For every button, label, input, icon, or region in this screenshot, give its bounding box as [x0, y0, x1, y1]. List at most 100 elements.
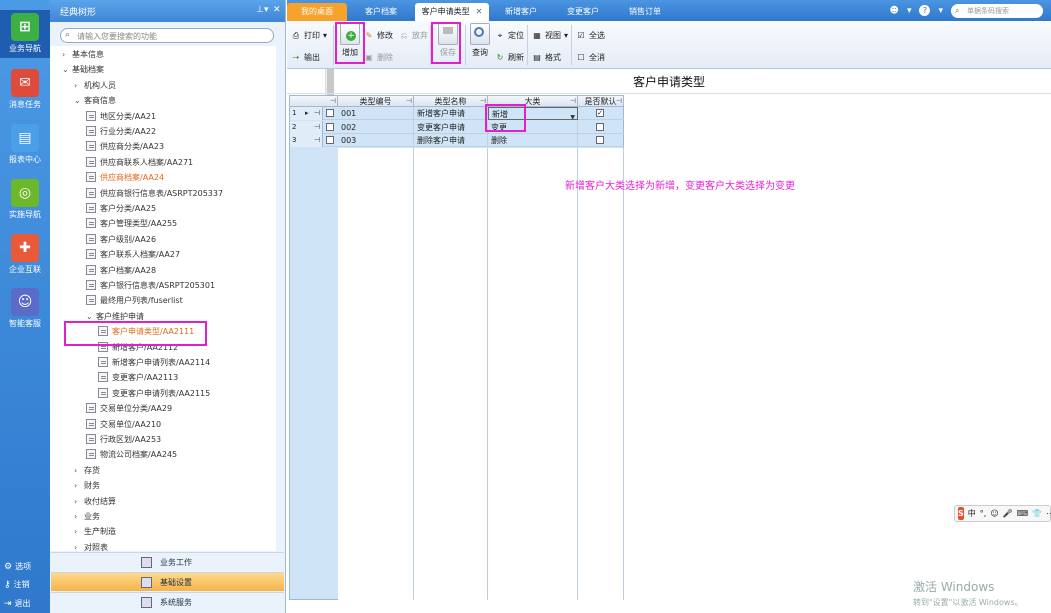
row-select-checkbox[interactable]: [326, 109, 334, 117]
chevron-right-icon[interactable]: ›: [74, 509, 84, 524]
chevron-down-icon[interactable]: ⌄: [86, 309, 96, 324]
select-all-button[interactable]: ☑ 全选: [576, 30, 605, 41]
cell-code[interactable]: 001: [338, 107, 414, 120]
tree-item[interactable]: 客户管理类型/AA255: [86, 216, 177, 231]
tab-4[interactable]: 新增客户: [491, 3, 551, 21]
tab-6[interactable]: 销售订单: [615, 3, 675, 21]
default-checkbox[interactable]: ✓: [596, 109, 604, 117]
tree-folder[interactable]: › 基本信息: [62, 47, 104, 62]
tree-item[interactable]: 地区分类/AA21: [86, 109, 156, 124]
tree-folder[interactable]: › 生产制造: [74, 524, 116, 539]
tree-folder[interactable]: ⌄ 客户维护申请: [86, 309, 144, 324]
row-header[interactable]: 1 ▸ ⊣: [290, 107, 323, 120]
tree-item[interactable]: 交易单位/AA210: [86, 417, 161, 432]
column-header-code[interactable]: 类型编号 ⊣: [338, 96, 414, 107]
tree-folder[interactable]: › 业务: [74, 509, 100, 524]
rail-item-2[interactable]: ✉ 消息任务: [0, 66, 50, 114]
chevron-right-icon[interactable]: ›: [74, 494, 84, 509]
default-checkbox[interactable]: [596, 136, 604, 144]
default-checkbox[interactable]: [596, 122, 604, 131]
bottom-tab-2[interactable]: 基础设置: [51, 572, 284, 591]
tab-3[interactable]: 客户申请类型 ✕: [415, 3, 489, 21]
tree-folder[interactable]: › 财务: [74, 478, 100, 493]
tree-folder[interactable]: ⌄ 客商信息: [74, 93, 116, 108]
ime-item[interactable]: ☺: [990, 509, 998, 518]
user-caret-icon[interactable]: ▾: [907, 6, 912, 16]
rail-item-1[interactable]: ⊞ 业务导航: [0, 10, 50, 58]
query-button[interactable]: 查询: [467, 23, 493, 58]
tree-folder[interactable]: › 对照表: [74, 540, 108, 551]
cell-code[interactable]: 003: [338, 134, 414, 147]
chevron-down-icon[interactable]: ⌄: [74, 93, 84, 108]
column-header-category[interactable]: 大类 ⊣: [488, 96, 578, 107]
tree-item[interactable]: 交易单位分类/AA29: [86, 401, 172, 416]
tree-folder[interactable]: › 收付结算: [74, 494, 116, 509]
delete-button[interactable]: ▣ 删除: [364, 52, 393, 63]
ime-toolbar[interactable]: S 中 °, ☺ 🎤 ⌨ 👕 ⋯: [954, 505, 1051, 522]
tree-item[interactable]: 客户级别/AA26: [86, 232, 156, 247]
tree-item[interactable]: 客户申请类型/AA2111: [98, 324, 194, 339]
tree-item[interactable]: 新增客户申请列表/AA2114: [98, 355, 210, 370]
cell-name[interactable]: 新增客户申请: [414, 107, 488, 120]
row-select-checkbox[interactable]: [326, 136, 334, 144]
rail-bottom-2[interactable]: ⚷ 注销: [4, 579, 48, 590]
function-search-input[interactable]: ⌕ 请输入您要搜索的功能: [60, 28, 274, 43]
column-header-default[interactable]: 是否默认 ⊣: [578, 96, 624, 107]
cell-category[interactable]: 变更: [488, 120, 578, 134]
view-dropdown-icon[interactable]: ▾: [564, 31, 568, 40]
chevron-right-icon[interactable]: ›: [74, 478, 84, 493]
tab-2[interactable]: 客户档案: [350, 3, 412, 21]
user-icon[interactable]: ☻: [890, 6, 899, 16]
export-button[interactable]: ⇢ 输出: [291, 52, 320, 63]
help-icon[interactable]: ?: [919, 5, 931, 16]
format-button[interactable]: ▤ 格式: [532, 52, 561, 63]
ime-item[interactable]: 🎤: [1003, 509, 1013, 518]
column-header-name[interactable]: 类型名称 ⊣: [414, 96, 488, 107]
tree-item[interactable]: 供应商档案/AA24: [86, 170, 164, 185]
abandon-button[interactable]: ⎌ 放弃: [399, 30, 428, 41]
chevron-right-icon[interactable]: ›: [74, 540, 84, 551]
tree-folder[interactable]: ⌄ 基础档案: [62, 62, 104, 77]
ime-item[interactable]: 👕: [1032, 509, 1042, 518]
category-dropdown-icon[interactable]: ▼: [570, 111, 575, 119]
cell-name[interactable]: 删除客户申请: [414, 134, 488, 147]
table-row[interactable]: 2 ⊣ 002 变更客户申请 变更: [290, 120, 624, 134]
edit-button[interactable]: ✎ 修改: [364, 30, 393, 41]
cell-category[interactable]: 新增 ▼: [488, 107, 578, 120]
help-caret-icon[interactable]: ▾: [938, 6, 943, 16]
rail-item-5[interactable]: ✚ 企业互联: [0, 231, 50, 279]
tree-folder[interactable]: › 存货: [74, 463, 100, 478]
save-button[interactable]: 保存: [435, 23, 461, 58]
row-select-checkbox[interactable]: [326, 122, 334, 131]
row-header[interactable]: 3 ⊣: [290, 134, 323, 147]
print-button[interactable]: ⎙ 打印 ▾: [291, 30, 327, 41]
tree-item[interactable]: 客户档案/AA28: [86, 263, 156, 278]
rail-item-4[interactable]: ◎ 实施导航: [0, 176, 50, 224]
add-button[interactable]: + 增加: [337, 23, 363, 58]
cell-category[interactable]: 删除: [488, 134, 578, 147]
table-row[interactable]: 1 ▸ ⊣ 001 新增客户申请 新增 ▼ ✓: [290, 107, 624, 120]
chevron-right-icon[interactable]: ›: [62, 47, 72, 62]
barcode-search-input[interactable]: ⌕ 单据条码搜索: [951, 3, 1043, 18]
ime-item[interactable]: 中: [968, 508, 976, 519]
rail-bottom-1[interactable]: ⚙ 选项: [4, 561, 48, 572]
cell-code[interactable]: 002: [338, 120, 414, 134]
row-header[interactable]: 2 ⊣: [290, 120, 323, 134]
table-row[interactable]: 3 ⊣ 003 删除客户申请 删除: [290, 134, 624, 147]
tree-item[interactable]: 最终用户列表/fuserlist: [86, 293, 183, 308]
chevron-right-icon[interactable]: ›: [74, 463, 84, 478]
tree-folder[interactable]: › 机构人员: [74, 78, 116, 93]
refresh-button[interactable]: ↻ 刷新: [495, 52, 524, 63]
tab-5[interactable]: 变更客户: [553, 3, 613, 21]
chevron-right-icon[interactable]: ›: [74, 78, 84, 93]
tree-item[interactable]: 变更客户申请列表/AA2115: [98, 386, 210, 401]
chevron-down-icon[interactable]: ⌄: [62, 62, 72, 77]
tree-item[interactable]: 供应商联系人档案/AA271: [86, 155, 193, 170]
print-dropdown-icon[interactable]: ▾: [323, 31, 327, 40]
cell-name[interactable]: 变更客户申请: [414, 120, 488, 134]
tree-item[interactable]: 行政区划/AA253: [86, 432, 161, 447]
ime-item[interactable]: °,: [980, 509, 987, 518]
tree-item[interactable]: 客户联系人档案/AA27: [86, 247, 180, 262]
locate-button[interactable]: ⌖ 定位: [495, 30, 524, 41]
bottom-tab-3[interactable]: 系统服务: [51, 592, 284, 611]
